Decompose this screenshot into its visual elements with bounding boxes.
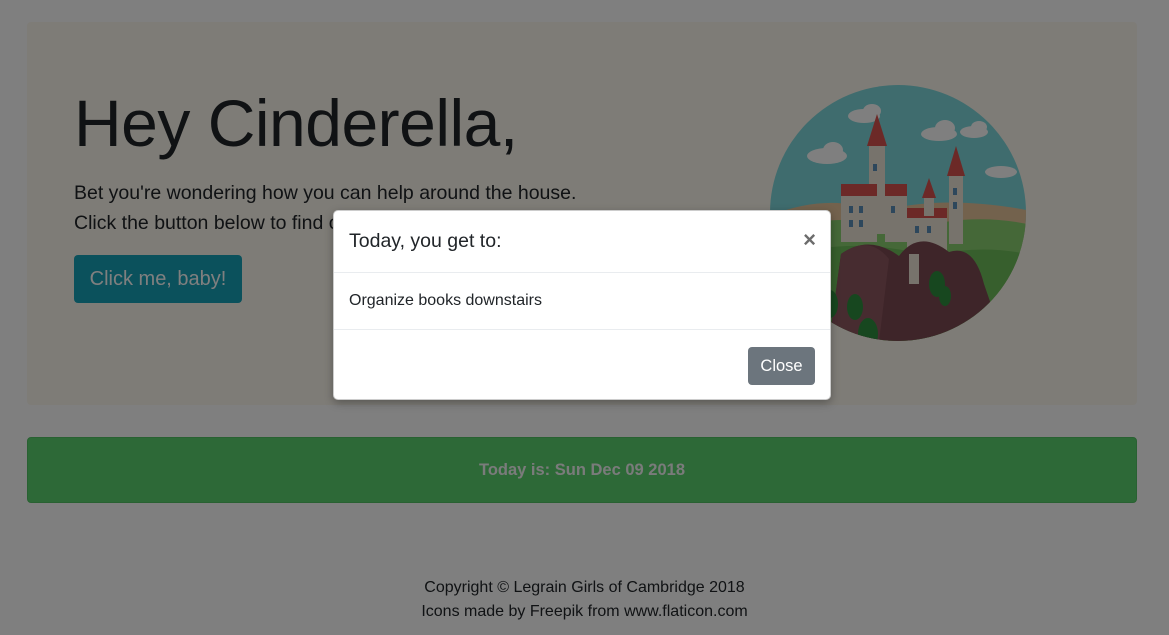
modal-title: Today, you get to: — [349, 230, 502, 252]
modal-task-text: Organize books downstairs — [349, 292, 542, 309]
modal-body: Organize books downstairs — [334, 273, 830, 330]
close-icon[interactable]: × — [803, 228, 816, 252]
task-modal: Today, you get to: × Organize books down… — [333, 210, 831, 400]
modal-header: Today, you get to: × — [334, 211, 830, 273]
close-button[interactable]: Close — [748, 347, 815, 385]
